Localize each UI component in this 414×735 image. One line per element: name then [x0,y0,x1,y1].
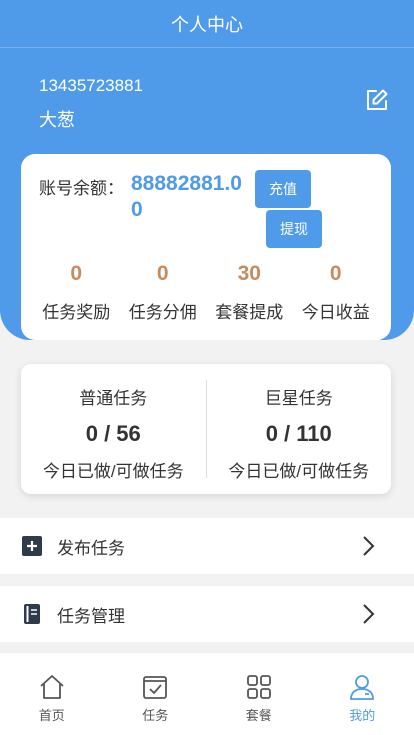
stat-label: 任务奖励 [42,303,111,322]
stat-value: 30 [237,262,261,285]
task-quota-card: 普通任务 0 / 56 今日已做/可做任务 巨星任务 0 / 110 今日已做/… [21,364,391,494]
task-count: 0 / 110 [265,421,332,446]
edit-icon[interactable] [365,88,389,112]
user-icon [350,675,375,700]
stat-today-income: 0 今日收益 [293,262,380,323]
task-star[interactable]: 巨星任务 0 / 110 今日已做/可做任务 [207,364,392,494]
stat-value: 0 [329,262,342,285]
tab-label: 套餐 [245,708,272,723]
stat-task-commission: 0 任务分佣 [120,262,207,323]
tab-mine[interactable]: 我的 [311,653,414,735]
task-title: 普通任务 [79,389,148,408]
profile-page: 个人中心 13435723881 大葱 账号余额： 88882881.00 充值… [0,0,414,735]
bottom-tab-bar: 首页 任务 套餐 我的 [0,652,414,735]
tab-tasks[interactable]: 任务 [104,653,208,735]
chevron-right-icon [363,604,375,624]
grid-icon [246,675,271,699]
menu-publish-task[interactable]: 发布任务 [0,518,414,574]
balance-card: 账号余额： 88882881.00 充值 提现 0 任务奖励 0 任务分佣 30… [21,154,391,340]
plus-square-icon [22,536,42,556]
task-normal[interactable]: 普通任务 0 / 56 今日已做/可做任务 [21,364,206,494]
page-header: 个人中心 [0,0,414,48]
tab-home[interactable]: 首页 [0,653,104,735]
stat-value: 0 [70,262,83,285]
task-count: 0 / 56 [85,421,141,446]
tab-packages[interactable]: 套餐 [207,653,311,735]
user-phone: 13435723881 [39,76,144,95]
stat-label: 今日收益 [301,303,370,322]
page-title: 个人中心 [171,14,243,35]
stat-label: 套餐提成 [215,303,284,322]
stat-label: 任务分佣 [128,303,197,322]
tab-label: 我的 [349,708,376,723]
stat-value: 0 [156,262,169,285]
tab-label: 任务 [142,708,169,723]
user-nickname: 大葱 [39,110,75,130]
stat-task-reward: 0 任务奖励 [33,262,120,323]
balance-label: 账号余额： [39,179,124,198]
withdraw-button[interactable]: 提现 [266,210,322,248]
menu-label: 任务管理 [57,606,125,626]
home-icon [40,675,64,699]
task-check-icon [143,676,168,699]
document-icon [24,604,40,624]
recharge-button[interactable]: 充值 [255,170,311,208]
menu-task-management[interactable]: 任务管理 [0,586,414,642]
balance-value: 88882881.00 [131,172,242,221]
task-title: 巨星任务 [264,389,333,408]
earnings-stats: 0 任务奖励 0 任务分佣 30 套餐提成 0 今日收益 [21,262,391,323]
chevron-right-icon [363,536,375,556]
task-subtitle: 今日已做/可做任务 [228,462,370,481]
stat-package-commission: 30 套餐提成 [206,262,293,323]
task-subtitle: 今日已做/可做任务 [42,462,184,481]
menu-label: 发布任务 [57,538,125,558]
tab-label: 首页 [38,708,65,723]
